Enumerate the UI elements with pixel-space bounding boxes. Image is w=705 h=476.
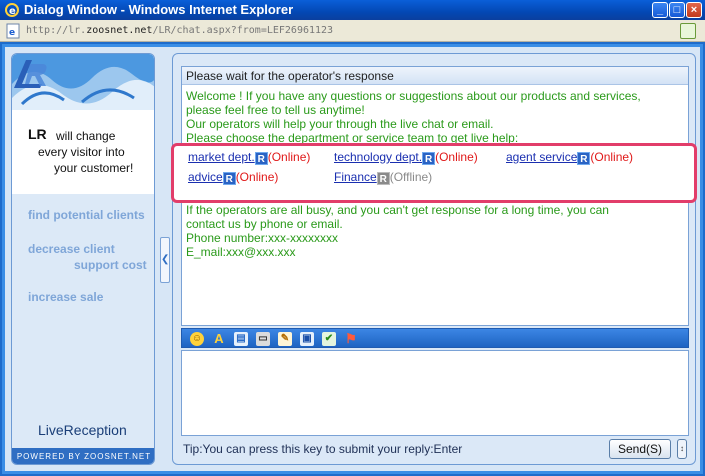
service-status: (Online) bbox=[267, 150, 311, 164]
address-url[interactable]: http://lr.zoosnet.net/LR/chat.aspx?from=… bbox=[26, 23, 676, 39]
service-status: (Online) bbox=[590, 150, 634, 164]
reply-input[interactable] bbox=[181, 350, 689, 436]
service-link[interactable]: technology dept. bbox=[334, 150, 422, 164]
ad-link-increase-sale[interactable]: increase sale bbox=[28, 290, 103, 304]
ad-panel: LR will change every visitor into your c… bbox=[11, 53, 155, 465]
ad-link-find-clients[interactable]: find potential clients bbox=[28, 208, 145, 222]
url-prefix: http://lr. bbox=[26, 25, 87, 36]
service-status: (Online) bbox=[435, 150, 478, 164]
lr-status-icon: R bbox=[254, 152, 268, 165]
dialog-client-area: LR will change every visitor into your c… bbox=[0, 42, 705, 476]
svg-text:e: e bbox=[9, 6, 16, 17]
ad-hero: LR will change every visitor into your c… bbox=[12, 54, 154, 194]
message-line: please feel free to tell us anytime! bbox=[186, 103, 365, 117]
title-bar: e Dialog Window - Windows Internet Explo… bbox=[0, 0, 705, 20]
message-line: Welcome ! If you have any questions or s… bbox=[186, 89, 641, 103]
dialog-inner: LR will change every visitor into your c… bbox=[5, 47, 700, 471]
lr-status-icon: R bbox=[376, 172, 390, 185]
powered-by: POWERED BY ZOOSNET.NET bbox=[12, 448, 154, 464]
file-icon[interactable]: ▤ bbox=[234, 332, 248, 346]
url-host: zoosnet.net bbox=[86, 25, 153, 36]
maximize-button[interactable]: □ bbox=[669, 2, 685, 18]
ad-tagline-2: every visitor into bbox=[38, 145, 125, 159]
lr-status-icon: R bbox=[222, 172, 236, 185]
save-icon[interactable]: ▣ bbox=[300, 332, 314, 346]
close-button[interactable]: × bbox=[686, 2, 702, 18]
department-selector-highlight: market dept. R (Online) technology dept. R(… bbox=[171, 143, 697, 203]
lr-logo-icon bbox=[14, 60, 47, 88]
page-badge-icon[interactable] bbox=[680, 23, 696, 39]
chat-toolbar: ☺ A ▤ ▭ ✎ ▣ ✔ ⚑ bbox=[181, 328, 689, 348]
font-icon[interactable]: A bbox=[212, 332, 226, 346]
message-line: contact us by phone or email. bbox=[186, 217, 343, 231]
ad-tagline-3: your customer! bbox=[54, 161, 134, 175]
chat-transcript: Please wait for the operator's response … bbox=[171, 66, 697, 326]
service-finance[interactable]: Finance R (Offline) bbox=[334, 170, 432, 185]
service-link[interactable]: market dept. bbox=[188, 150, 255, 164]
address-bar: e http://lr.zoosnet.net/LR/chat.aspx?fro… bbox=[0, 20, 705, 42]
print-icon[interactable]: ▭ bbox=[256, 332, 270, 346]
page-icon: e bbox=[6, 23, 20, 39]
chat-status-header: Please wait for the operator's response bbox=[182, 67, 688, 85]
edit-icon[interactable]: ✎ bbox=[278, 332, 292, 346]
ad-link-decrease-cost[interactable]: decrease client bbox=[28, 242, 115, 256]
submit-tip: Tip:You can press this key to submit you… bbox=[183, 442, 463, 456]
flag-icon[interactable]: ⚑ bbox=[344, 332, 358, 346]
product-name: LiveReception bbox=[38, 422, 127, 438]
lr-status-icon: R bbox=[577, 152, 591, 165]
service-link[interactable]: Finance bbox=[334, 170, 377, 184]
send-button[interactable]: Send(S) bbox=[609, 439, 671, 459]
smiley-icon[interactable]: ☺ bbox=[190, 332, 204, 346]
ie-logo-icon: e bbox=[5, 3, 19, 17]
message-line: Phone number:xxx-xxxxxxxx bbox=[186, 231, 339, 245]
service-link[interactable]: agent service bbox=[506, 150, 577, 164]
ad-brand: LR bbox=[28, 126, 47, 142]
collapse-panel-icon[interactable]: ❮ bbox=[160, 237, 170, 283]
check-icon[interactable]: ✔ bbox=[322, 332, 336, 346]
message-line: Our operators will help your through the… bbox=[186, 117, 494, 131]
message-line: E_mail:xxx@xxx.xxx bbox=[186, 245, 296, 259]
ad-tagline-1: will change bbox=[56, 129, 116, 143]
svg-text:e: e bbox=[9, 28, 15, 38]
lr-status-icon: R bbox=[422, 152, 436, 165]
service-market-dept[interactable]: market dept. R (Online) bbox=[188, 150, 310, 165]
service-link[interactable]: advice bbox=[188, 170, 223, 184]
url-path: /LR/chat.aspx?from=LEF26961123 bbox=[152, 25, 334, 36]
service-technology-dept[interactable]: technology dept. R (Online) bbox=[334, 150, 478, 165]
chat-panel: Please wait for the operator's response … bbox=[171, 53, 697, 465]
ad-link-decrease-cost-2[interactable]: support cost bbox=[74, 258, 147, 272]
message-line: If the operators are all busy, and you c… bbox=[186, 203, 609, 217]
service-advice[interactable]: advice R (Online) bbox=[188, 170, 278, 185]
minimize-button[interactable]: _ bbox=[652, 2, 668, 18]
service-agent-service[interactable]: agent service R (Online) bbox=[506, 150, 633, 165]
service-status: (Online) bbox=[235, 170, 279, 184]
send-options-icon[interactable]: ↕ bbox=[677, 439, 687, 459]
window-title: Dialog Window - Windows Internet Explore… bbox=[24, 2, 294, 17]
service-status: (Offline) bbox=[389, 170, 433, 184]
